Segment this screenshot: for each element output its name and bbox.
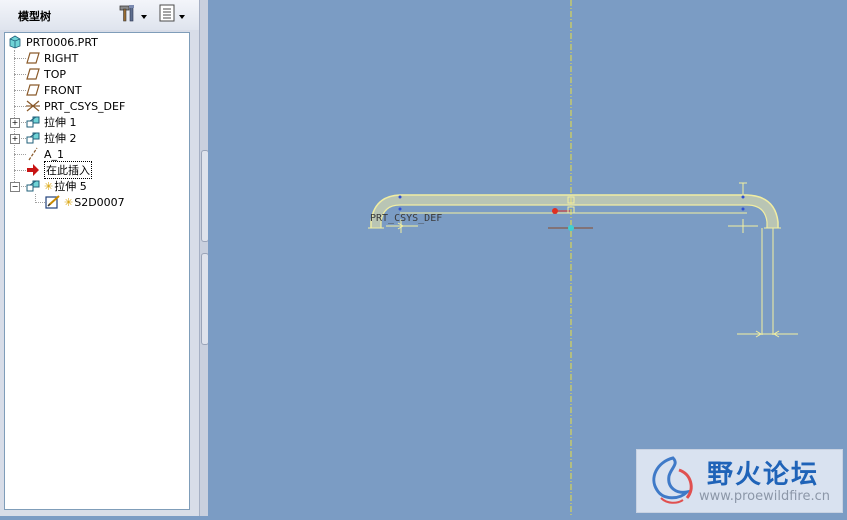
tree-item-extrude-2[interactable]: 拉伸 2: [25, 130, 77, 146]
tree-item-label: 拉伸 1: [44, 116, 77, 129]
vertex-point: [398, 195, 402, 199]
tree-item-insert-here[interactable]: 在此插入: [25, 161, 92, 179]
tree-item-extrude-1[interactable]: 拉伸 1: [25, 114, 77, 130]
settings-button[interactable]: [118, 5, 148, 25]
asterisk-icon: ✳: [44, 179, 54, 193]
tree-item-extrude-5[interactable]: ✳ 拉伸 5: [25, 178, 87, 194]
extrude-icon: [25, 179, 41, 193]
tree-item-label: 拉伸 5: [54, 180, 87, 193]
tree-item-label: S2D0007: [74, 195, 125, 209]
watermark-title: 野火论坛: [707, 460, 820, 490]
datum-plane-icon: [25, 83, 41, 97]
tree-item-top[interactable]: TOP: [25, 66, 66, 82]
datum-plane-icon: [25, 51, 41, 65]
watermark-url: www.proewildfire.cn: [699, 489, 830, 504]
model-tree-header: 模型树: [0, 0, 199, 30]
expand-toggle[interactable]: +: [10, 118, 20, 128]
tree-item-label: RIGHT: [44, 51, 79, 65]
vertex-point: [398, 207, 402, 211]
watermark: 野火论坛 www.proewildfire.cn: [636, 449, 843, 513]
expand-toggle[interactable]: +: [10, 134, 20, 144]
tree-connector: [35, 202, 45, 203]
part-icon: [7, 35, 23, 49]
sketch-canvas: [368, 0, 798, 516]
tree-item-label: 在此插入: [44, 161, 92, 179]
tree-item-axis[interactable]: A_1: [25, 146, 64, 162]
tree-item-label: PRT_CSYS_DEF: [44, 99, 126, 113]
panel-title: 模型树: [18, 10, 51, 23]
show-options-button[interactable]: [158, 4, 186, 26]
insert-here-arrow-icon: [25, 163, 41, 177]
model-tree-panel: 模型树 PRT0006.PRT RIGHT TOP FRONT PRT_CSYS…: [0, 0, 200, 516]
chevron-down-icon: [140, 6, 148, 25]
sketch-icon: [45, 195, 61, 209]
graphics-viewport[interactable]: PRT_CSYS_DEF 野火论坛 www.proewildfire.cn: [208, 0, 847, 516]
hammer-wrench-icon: [118, 4, 140, 26]
tree-item-sketch[interactable]: ✳ S2D0007: [45, 194, 125, 210]
tree-root[interactable]: PRT0006.PRT: [7, 34, 98, 50]
csys-label: PRT_CSYS_DEF: [370, 213, 443, 224]
axis-icon: [25, 147, 41, 161]
tree-item-label: FRONT: [44, 83, 82, 97]
csys-point: [568, 225, 574, 231]
vertex-point: [741, 207, 745, 211]
extrude-icon: [25, 115, 41, 129]
datum-plane-icon: [25, 67, 41, 81]
vertex-point: [741, 195, 745, 199]
tree-item-front[interactable]: FRONT: [25, 82, 82, 98]
tree-item-right[interactable]: RIGHT: [25, 50, 78, 66]
model-tree[interactable]: PRT0006.PRT RIGHT TOP FRONT PRT_CSYS_DEF…: [4, 32, 190, 510]
csys-icon: [25, 99, 41, 113]
chevron-down-icon: [178, 6, 186, 25]
tree-root-label: PRT0006.PRT: [26, 35, 98, 49]
list-view-icon: [158, 4, 178, 26]
extrude-icon: [25, 131, 41, 145]
tree-item-csys[interactable]: PRT_CSYS_DEF: [25, 98, 125, 114]
collapse-toggle[interactable]: −: [10, 182, 20, 192]
tree-item-label: A_1: [44, 147, 65, 161]
asterisk-icon: ✳: [64, 195, 74, 209]
tree-item-label: TOP: [44, 67, 67, 81]
tree-item-label: 拉伸 2: [44, 132, 77, 145]
flame-logo-icon: [643, 454, 699, 512]
